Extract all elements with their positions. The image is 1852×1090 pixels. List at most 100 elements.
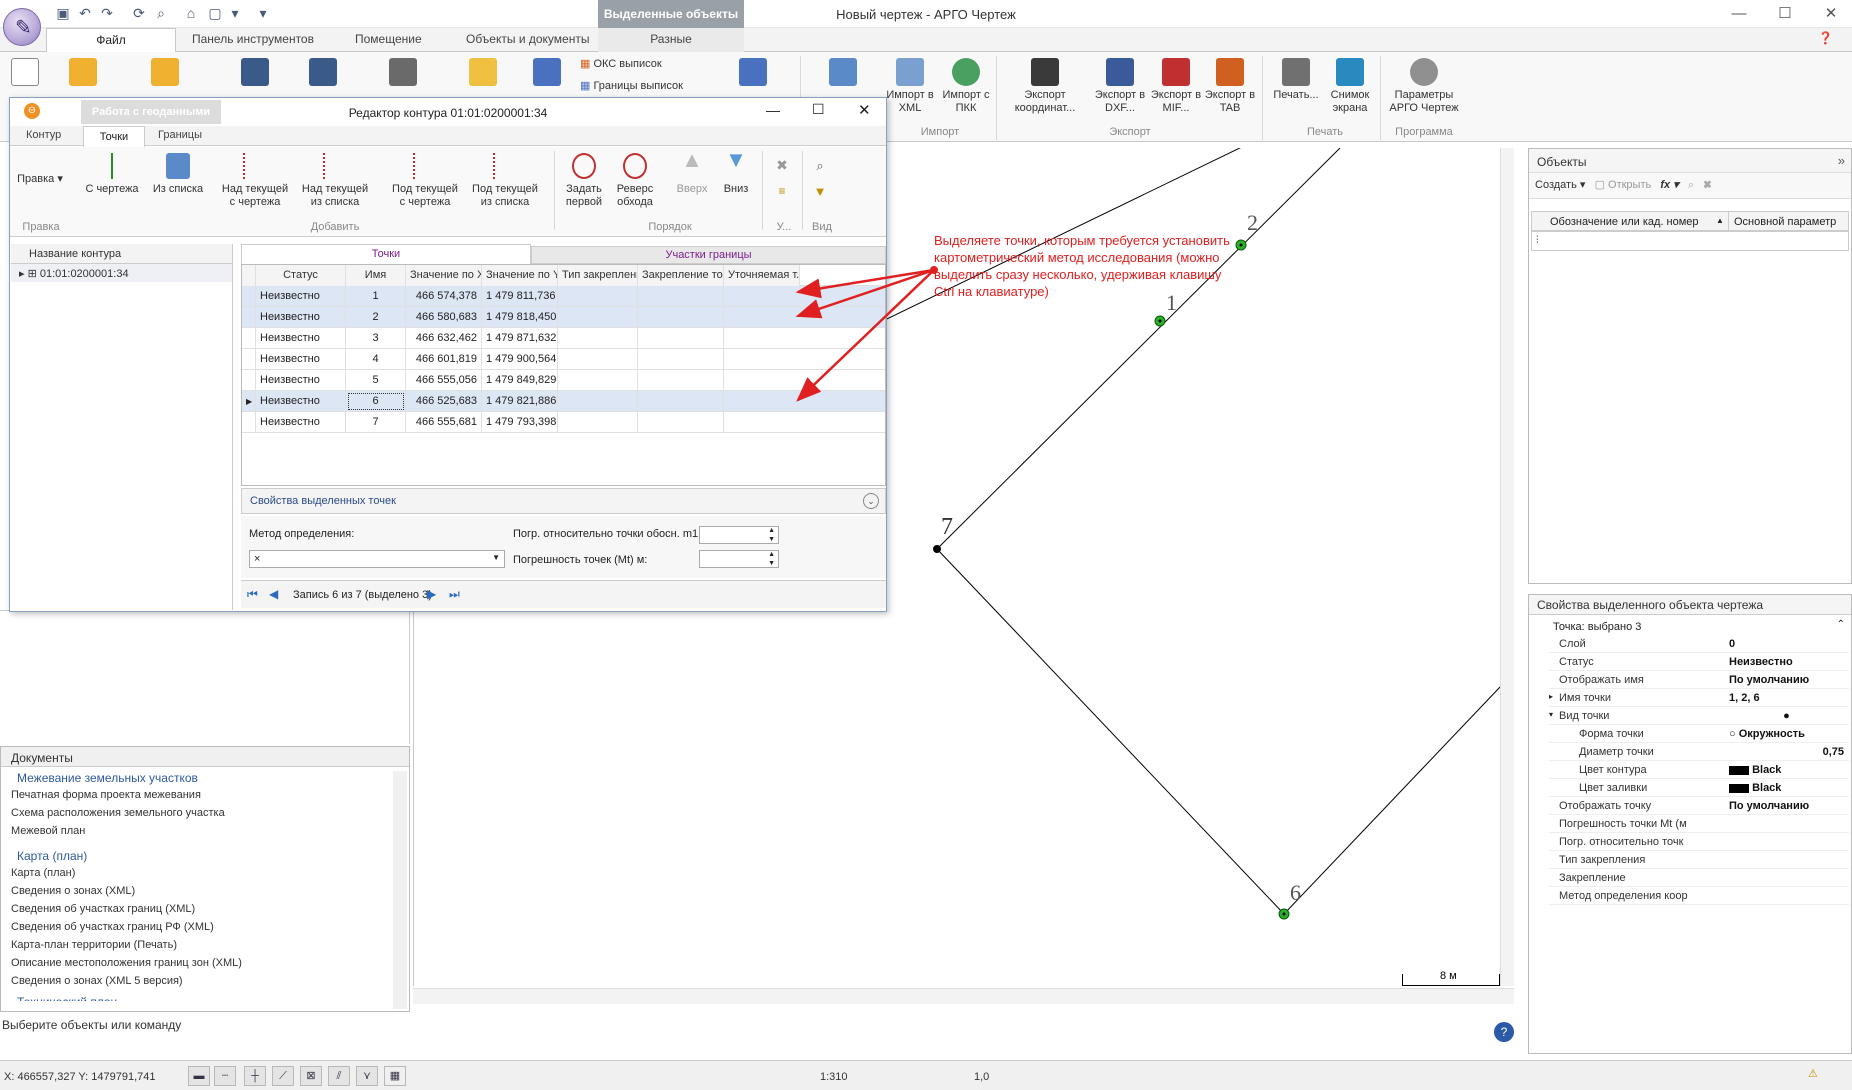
mt-spin-field[interactable]: ▲ ▼ — [699, 550, 779, 568]
doc-item[interactable]: Описание местоположения границ зон (XML) — [1, 955, 409, 973]
below-list-button[interactable]: Под текущей из списка — [468, 153, 542, 209]
tab-objects-docs[interactable]: Объекты и документы — [466, 32, 589, 46]
table-row[interactable]: Неизвестно 5 466 555,056 1 479 849,829 — [242, 370, 885, 391]
export-tab-button[interactable]: Экспорт в TAB — [1200, 58, 1260, 115]
app-menu-button[interactable]: ✎ — [3, 8, 41, 46]
snap-grid-icon[interactable]: ▦ — [384, 1066, 406, 1086]
snap-angle-icon[interactable]: ⟋ — [272, 1066, 294, 1086]
open-button[interactable] — [66, 58, 100, 89]
selected-points-props-bar[interactable]: Свойства выделенных точек ⌄ — [241, 488, 886, 514]
move-up-button[interactable]: ▲ Вверх — [674, 149, 710, 196]
canvas-horizontal-scrollbar[interactable] — [413, 988, 1514, 1004]
prop-row[interactable]: Отображать имя По умолчанию — [1549, 671, 1849, 689]
doc-item[interactable]: Карта-план территории (Печать) — [1, 937, 409, 955]
prop-row[interactable]: Метод определения коор — [1549, 887, 1849, 905]
minimize-button[interactable]: — — [1724, 4, 1754, 24]
export-dxf-button[interactable]: Экспорт в DXF... — [1090, 58, 1150, 115]
table-row[interactable]: Неизвестно 7 466 555,681 1 479 793,398 — [242, 412, 885, 433]
oks-list-button[interactable]: ▦ ОКС выписок — [580, 58, 700, 71]
last-record-icon[interactable]: ⏭ — [449, 587, 460, 602]
new-button[interactable] — [10, 58, 40, 89]
save-as-button[interactable] — [306, 58, 340, 89]
below-drawing-button[interactable]: Под текущей с чертежа — [388, 153, 462, 209]
tab-room[interactable]: Помещение — [355, 32, 422, 46]
col-fix-type[interactable]: Тип закрепления — [558, 265, 638, 286]
snap-parallel-icon[interactable]: ⫽ — [328, 1066, 350, 1086]
from-drawing-button[interactable]: С чертежа — [82, 153, 142, 196]
help-circle-icon[interactable]: ? — [1494, 1022, 1514, 1042]
snap-cross-icon[interactable]: ┼ — [244, 1066, 266, 1086]
collapse-icon[interactable]: » — [1838, 153, 1845, 168]
tab-bounds[interactable]: Границы — [158, 129, 202, 141]
delete-icon[interactable]: ✖ — [1703, 179, 1711, 191]
params-button[interactable]: Параметры АРГО Чертеж — [1384, 58, 1464, 115]
tab-file[interactable]: Файл — [46, 28, 176, 52]
contour-tree-item[interactable]: ▸ ⊞ 01:01:0200001:34 — [11, 264, 232, 282]
col-fix[interactable]: Закрепление то... — [638, 265, 724, 286]
table-row[interactable]: Неизвестно 4 466 601,819 1 479 900,564 — [242, 349, 885, 370]
properties-header-row[interactable]: Точка: выбрано 3 ⌃ — [1549, 619, 1849, 635]
notes-button[interactable] — [466, 58, 500, 89]
prop-row[interactable]: Диаметр точки 0,75 — [1549, 743, 1849, 761]
objects-filter-row[interactable]: ⫶ — [1531, 231, 1849, 251]
table-row[interactable]: Неизвестно 2 466 580,683 1 479 818,450 — [242, 307, 885, 328]
number-icon[interactable]: ≡ — [772, 185, 792, 198]
first-record-icon[interactable]: ⏮ — [247, 587, 258, 602]
point-7-marker[interactable] — [933, 545, 941, 553]
doc-item[interactable]: Сведения об участках границ (XML) — [1, 901, 409, 919]
export-coords-button[interactable]: Экспорт координат... — [1002, 58, 1088, 115]
set-first-button[interactable]: Задать первой — [562, 153, 606, 209]
help-icon[interactable]: ❓ — [1818, 31, 1833, 45]
prop-row[interactable]: Слой 0 — [1549, 635, 1849, 653]
docs-group-tech[interactable]: Технический план — [1, 991, 409, 1001]
tab-toolbar[interactable]: Панель инструментов — [192, 32, 314, 46]
prev-record-icon[interactable]: ◀ — [269, 587, 278, 601]
open-db-button[interactable] — [148, 58, 182, 89]
prop-row[interactable]: Форма точки ○ Окружность — [1549, 725, 1849, 743]
import-pkk-button[interactable]: Импорт с ПКК — [936, 58, 996, 115]
table2-button[interactable] — [736, 58, 770, 89]
table-row[interactable]: Неизвестно 1 466 574,378 1 479 811,736 — [242, 286, 885, 307]
doc-item[interactable]: Карта (план) — [1, 865, 409, 883]
tab-contour[interactable]: Контур — [26, 129, 61, 141]
objects-col-param[interactable]: Основной параметр — [1734, 216, 1836, 228]
print-button[interactable]: Печать... — [1266, 58, 1326, 102]
col-x[interactable]: Значение по X — [406, 265, 482, 286]
snapshot-button[interactable]: Снимок экрана — [1322, 58, 1378, 115]
delete-point-icon[interactable]: ✖ — [772, 158, 792, 172]
from-list-button[interactable]: Из списка — [150, 153, 206, 196]
docs-group-map[interactable]: Карта (план) — [1, 841, 409, 865]
above-list-button[interactable]: Над текущей из списка — [298, 153, 372, 209]
m1-spin-field[interactable]: ▲ ▼ — [699, 526, 779, 544]
prop-row[interactable]: Статус Неизвестно — [1549, 653, 1849, 671]
prop-row[interactable]: Цвет заливки Black — [1549, 779, 1849, 797]
canvas-vertical-scrollbar[interactable] — [1500, 148, 1514, 986]
bounds-list-button[interactable]: ▦ Границы выписок — [580, 80, 700, 93]
warning-icon[interactable]: ⚠ — [1808, 1067, 1818, 1080]
prop-row[interactable]: ▾ Вид точки ● — [1549, 707, 1849, 725]
snap-perp-icon[interactable]: ⋎ — [356, 1066, 378, 1086]
save-button[interactable] — [238, 58, 272, 89]
table-row[interactable]: ▶ Неизвестно 6 466 525,683 1 479 821,886 — [242, 391, 885, 412]
table-button[interactable] — [530, 58, 564, 89]
move-down-button[interactable]: ▼ Вниз — [718, 149, 754, 196]
subtab-points[interactable]: Точки — [241, 244, 531, 264]
documents-scrollbar[interactable] — [393, 771, 407, 1009]
collapse-props-icon[interactable]: ⌄ — [863, 493, 879, 509]
doc-item[interactable]: Схема расположения земельного участка — [1, 805, 409, 823]
reverse-button[interactable]: Реверс обхода — [612, 153, 658, 209]
filter-funnel-icon[interactable]: ▼ — [810, 185, 830, 198]
tab-misc[interactable]: Разные — [598, 28, 744, 52]
doc-item[interactable]: Сведения об участках границ РФ (XML) — [1, 919, 409, 937]
dialog-maximize-button[interactable]: ☐ — [812, 101, 825, 118]
col-name[interactable]: Имя — [346, 265, 406, 286]
close-button[interactable]: ✕ — [1816, 4, 1846, 24]
col-refined[interactable]: Уточняемая т... — [724, 265, 800, 286]
prop-row[interactable]: Отображать точку По умолчанию — [1549, 797, 1849, 815]
maximize-button[interactable]: ☐ — [1770, 4, 1800, 24]
col-y[interactable]: Значение по Y — [482, 265, 558, 286]
prop-row[interactable]: Погрешность точки Mt (м — [1549, 815, 1849, 833]
subtab-boundary-segments[interactable]: Участки границы — [531, 246, 886, 264]
dialog-minimize-button[interactable]: — — [766, 102, 780, 118]
doc-item[interactable]: Сведения о зонах (XML 5 версия) — [1, 973, 409, 991]
